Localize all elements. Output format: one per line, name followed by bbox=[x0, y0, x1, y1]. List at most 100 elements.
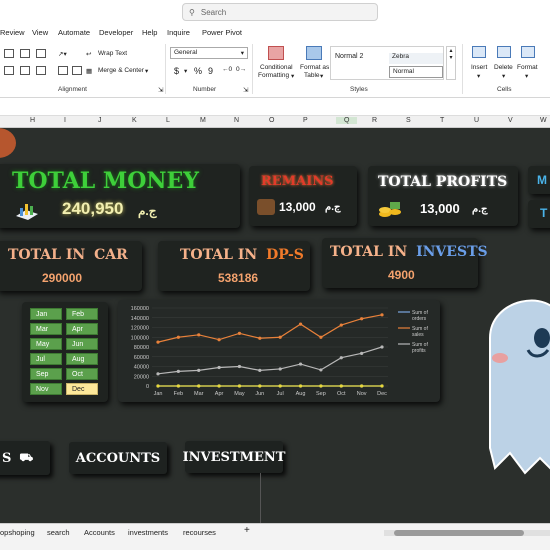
col-header[interactable]: T bbox=[440, 117, 444, 124]
tab-help[interactable]: Help bbox=[142, 28, 157, 37]
sheet-tab[interactable]: investments bbox=[128, 528, 168, 537]
month-button-oct[interactable]: Oct bbox=[66, 368, 98, 380]
total-money-title: TOTAL MONEY bbox=[12, 168, 199, 194]
currency-dropdown-icon[interactable]: ▾ bbox=[184, 67, 187, 75]
y-tick-label: 80000 bbox=[134, 345, 149, 351]
insert-dropdown-icon[interactable]: ▾ bbox=[477, 72, 480, 80]
style-zebra[interactable]: Zebra bbox=[389, 53, 443, 64]
month-button-apr[interactable]: Apr bbox=[66, 323, 98, 335]
conditional-formatting-icon bbox=[268, 46, 284, 60]
col-header[interactable]: P bbox=[303, 117, 308, 124]
cell-styles-gallery: Normal 2 Zebra Normal bbox=[330, 46, 444, 80]
comma-button[interactable]: 9 bbox=[208, 66, 213, 76]
align-middle-icon[interactable] bbox=[20, 49, 30, 58]
wallet-icon bbox=[257, 199, 275, 215]
align-top-icon[interactable] bbox=[4, 49, 14, 58]
alignment-launcher-icon[interactable]: ⇲ bbox=[158, 86, 163, 94]
investment-button[interactable]: INVESTMENT bbox=[183, 441, 285, 473]
currency-button[interactable]: $ bbox=[174, 66, 179, 76]
month-button-jan[interactable]: Jan bbox=[30, 308, 62, 320]
format-dropdown-icon[interactable]: ▾ bbox=[525, 72, 528, 80]
accounts-button[interactable]: ACCOUNTS bbox=[69, 442, 167, 474]
col-header[interactable]: R bbox=[372, 117, 377, 124]
dashboard-sheet: TOTAL MONEY 240,950 ج.م REMAINS 13,000 ج… bbox=[0, 128, 550, 523]
insert-button[interactable]: Insert bbox=[471, 64, 487, 71]
align-left-icon[interactable] bbox=[4, 66, 14, 75]
sheet-tab[interactable]: search bbox=[47, 528, 70, 537]
total-car-value: 290000 bbox=[42, 271, 83, 285]
number-format-select[interactable]: General ▾ bbox=[170, 47, 248, 59]
month-button-sep[interactable]: Sep bbox=[30, 368, 62, 380]
orientation-icon[interactable]: ↗▾ bbox=[58, 50, 67, 58]
col-header[interactable]: W bbox=[540, 117, 547, 124]
tab-view[interactable]: View bbox=[32, 28, 48, 37]
align-bottom-icon[interactable] bbox=[36, 49, 46, 58]
style-normal-2[interactable]: Normal 2 bbox=[335, 53, 363, 60]
align-center-icon[interactable] bbox=[20, 66, 30, 75]
col-header[interactable]: M bbox=[200, 117, 206, 124]
tab-review[interactable]: Review bbox=[0, 28, 25, 37]
decrease-indent-icon[interactable] bbox=[58, 66, 68, 75]
delete-button[interactable]: Delete bbox=[494, 64, 513, 71]
format-button[interactable]: Format bbox=[517, 64, 538, 71]
data-point bbox=[298, 384, 303, 388]
scrollbar-thumb[interactable] bbox=[394, 530, 524, 536]
decrease-decimal-icon[interactable]: 0→ bbox=[236, 66, 246, 73]
month-button-mar[interactable]: Mar bbox=[30, 323, 62, 335]
col-header[interactable]: S bbox=[406, 117, 411, 124]
col-header[interactable]: U bbox=[474, 117, 479, 124]
month-button-nov[interactable]: Nov bbox=[30, 383, 62, 395]
sheet-tab[interactable]: opshoping bbox=[0, 528, 35, 537]
y-tick-label: 100000 bbox=[131, 335, 149, 341]
tab-inquire[interactable]: Inquire bbox=[167, 28, 190, 37]
wrap-text-button[interactable]: Wrap Text bbox=[98, 50, 127, 57]
horizontal-scrollbar[interactable] bbox=[384, 530, 550, 536]
sheet-tab[interactable]: recourses bbox=[183, 528, 216, 537]
column-headers: H I J K L M N O P Q R S T U V W bbox=[0, 116, 550, 128]
conditional-formatting-button[interactable]: Conditional bbox=[260, 64, 293, 71]
merge-dropdown-icon[interactable]: ▾ bbox=[145, 67, 148, 75]
y-tick-label: 160000 bbox=[131, 306, 149, 312]
percent-button[interactable]: % bbox=[194, 66, 202, 76]
month-button-aug[interactable]: Aug bbox=[66, 353, 98, 365]
col-header[interactable]: O bbox=[269, 117, 274, 124]
col-header[interactable]: K bbox=[132, 117, 137, 124]
title-bar: ⚲ Search bbox=[0, 0, 550, 24]
month-button-jul[interactable]: Jul bbox=[30, 353, 62, 365]
col-header[interactable]: J bbox=[98, 117, 102, 124]
tab-power-pivot[interactable]: Power Pivot bbox=[202, 28, 242, 37]
tab-developer[interactable]: Developer bbox=[99, 28, 133, 37]
tab-automate[interactable]: Automate bbox=[58, 28, 90, 37]
col-header[interactable]: H bbox=[30, 117, 35, 124]
increase-indent-icon[interactable] bbox=[72, 66, 82, 75]
formula-bar[interactable] bbox=[0, 98, 550, 116]
col-header-selected[interactable]: Q bbox=[336, 117, 358, 124]
col-header[interactable]: I bbox=[64, 117, 66, 124]
search-box[interactable]: ⚲ Search bbox=[182, 3, 378, 21]
month-button-may[interactable]: May bbox=[30, 338, 62, 350]
col-header[interactable]: V bbox=[508, 117, 513, 124]
nav-button-s[interactable]: S ⛟ bbox=[0, 441, 50, 475]
add-sheet-button[interactable]: + bbox=[244, 525, 250, 536]
increase-decimal-icon[interactable]: ←0 bbox=[222, 66, 232, 73]
table-dropdown-icon[interactable]: ▾ bbox=[320, 72, 323, 80]
x-tick-label: Jul bbox=[277, 391, 284, 397]
col-header[interactable]: L bbox=[166, 117, 170, 124]
style-normal[interactable]: Normal bbox=[389, 66, 443, 78]
delete-dropdown-icon[interactable]: ▾ bbox=[502, 72, 505, 80]
total-profits-currency: ج.م bbox=[472, 204, 488, 215]
align-right-icon[interactable] bbox=[36, 66, 46, 75]
formatting-dropdown-icon[interactable]: ▾ bbox=[291, 72, 294, 80]
total-dps-title: TOTAL IN DP-S bbox=[180, 247, 304, 263]
month-button-jun[interactable]: Jun bbox=[66, 338, 98, 350]
number-launcher-icon[interactable]: ⇲ bbox=[243, 86, 248, 94]
month-button-dec[interactable]: Dec bbox=[66, 383, 98, 395]
total-money-value: 240,950 bbox=[62, 199, 124, 218]
sheet-tab[interactable]: Accounts bbox=[84, 528, 115, 537]
merge-center-button[interactable]: Merge & Center bbox=[98, 67, 144, 74]
styles-scroll[interactable]: ▴ ▾ bbox=[446, 46, 456, 80]
format-as-table-button[interactable]: Format as bbox=[300, 64, 329, 71]
col-header[interactable]: N bbox=[234, 117, 239, 124]
search-icon: ⚲ bbox=[189, 7, 195, 17]
month-button-feb[interactable]: Feb bbox=[66, 308, 98, 320]
